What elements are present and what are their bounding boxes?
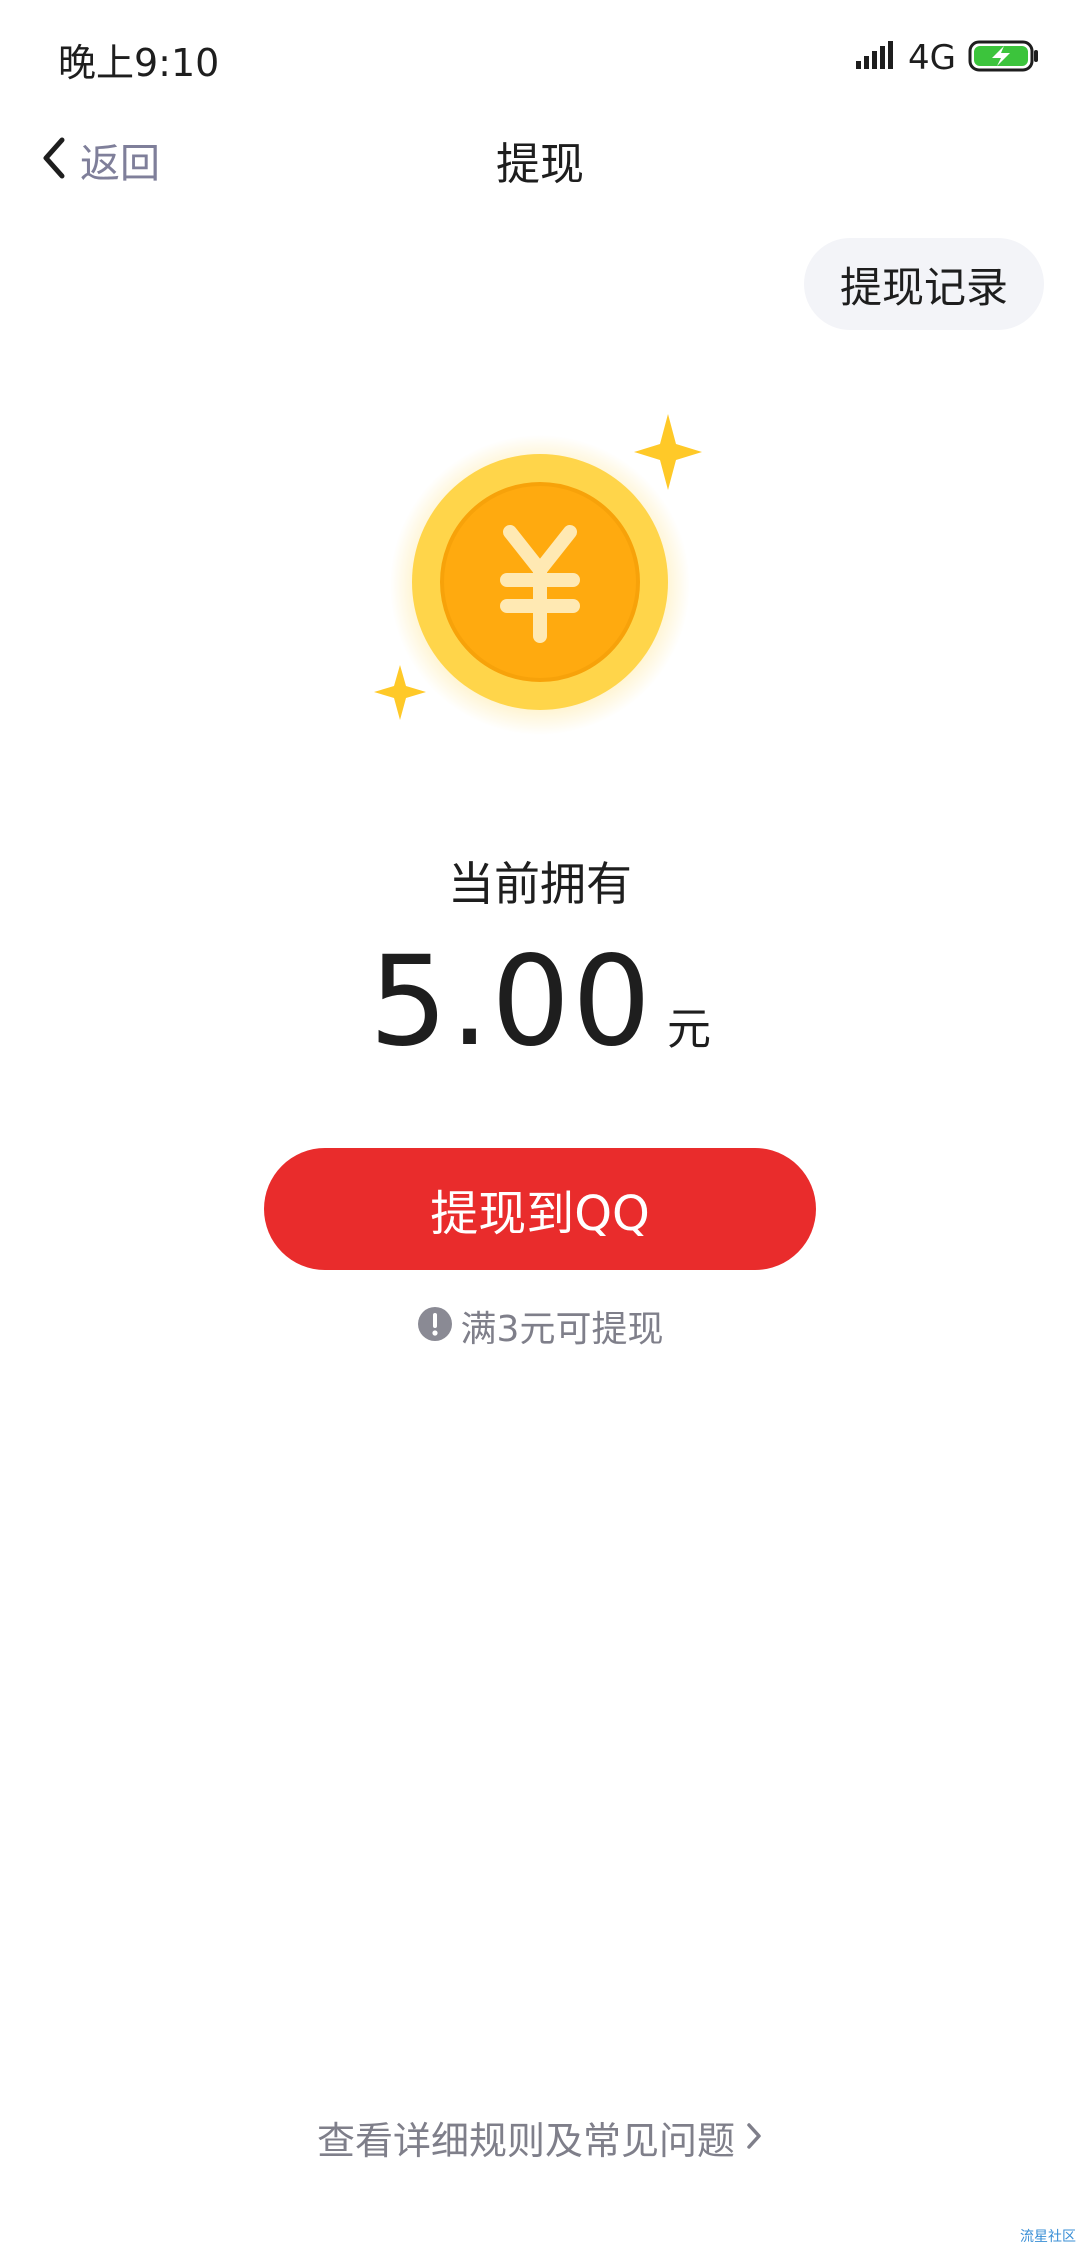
balance-value: 5.00	[368, 930, 654, 1074]
page-title: 提现	[496, 139, 584, 190]
status-indicators: 4G	[856, 38, 1040, 78]
withdraw-page: 晚上9:10 4G 返回 提现 提现记录 当前拥有 5.00 元 提现到QQ 满…	[0, 0, 1080, 2248]
chevron-right-icon	[745, 2121, 763, 2155]
signal-icon	[856, 41, 896, 75]
balance-unit: 元	[667, 1004, 712, 1055]
threshold-tip: 满3元可提现	[0, 1300, 1080, 1352]
rules-faq-label: 查看详细规则及常见问题	[316, 2119, 735, 2163]
withdraw-record-button[interactable]: 提现记录	[804, 238, 1044, 330]
status-time: 晚上9:10	[58, 41, 220, 85]
rules-faq-link[interactable]: 查看详细规则及常见问题	[0, 2110, 1080, 2165]
battery-charging-icon	[968, 39, 1040, 77]
status-bar: 晚上9:10 4G	[0, 0, 1080, 120]
coin-illustration	[350, 400, 730, 760]
sparkle-icon	[374, 665, 426, 720]
exclamation-icon	[417, 1306, 453, 1346]
navigation-bar: 返回 提现	[0, 120, 1080, 200]
balance-label: 当前拥有	[448, 857, 632, 911]
balance-amount: 5.00 元	[0, 930, 1080, 1074]
withdraw-to-qq-button[interactable]: 提现到QQ	[264, 1148, 816, 1270]
network-type: 4G	[908, 38, 956, 78]
threshold-text: 满3元可提现	[460, 1309, 664, 1350]
watermark: 流星社区	[1020, 2229, 1076, 2245]
yuan-coin-icon	[374, 414, 702, 735]
